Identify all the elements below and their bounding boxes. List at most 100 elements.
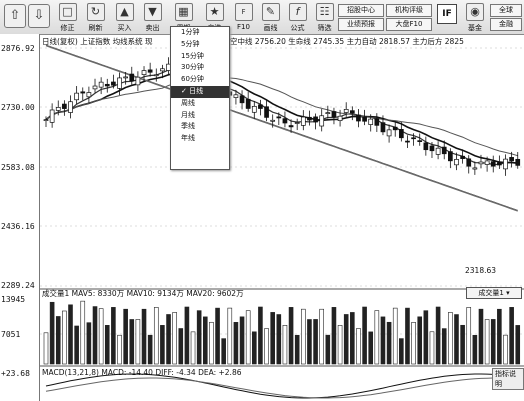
volume-bar — [123, 308, 128, 365]
formula-button[interactable]: f 公式 — [286, 2, 309, 32]
volume-bar — [111, 307, 116, 365]
volume-bar — [435, 306, 441, 365]
period-menu-item-60min[interactable]: 60分钟 — [171, 74, 229, 86]
volume-bar — [202, 316, 208, 365]
volume-bar — [392, 307, 398, 365]
candle-body — [282, 118, 288, 124]
period-icon: ▦ — [174, 3, 193, 21]
candle-body — [331, 111, 337, 118]
back-button[interactable]: ⇧ — [4, 4, 26, 28]
draw-line-button[interactable]: ✎ 画线 — [259, 2, 282, 32]
candle-body — [129, 73, 135, 82]
period-menu[interactable]: 1分钟 5分钟 15分钟 30分钟 60分钟 ✓ 日线 周线 月线 季线 年线 — [170, 26, 230, 170]
candle-body — [398, 129, 404, 139]
candle-body — [104, 83, 110, 87]
volume-bar — [313, 319, 318, 365]
period-menu-item-weekly[interactable]: 周线 — [171, 98, 229, 110]
favorite-icon: ★ — [205, 3, 224, 21]
ipo-center-button[interactable]: 招股中心 — [338, 4, 384, 17]
volume-bar — [282, 325, 288, 365]
stock-chart[interactable] — [40, 34, 524, 401]
chevron-down-icon: ▾ — [506, 289, 510, 297]
market-f10-button[interactable]: 大盘F10 — [386, 18, 432, 31]
sell-button[interactable]: ▼ 卖出 — [141, 2, 164, 32]
volume-bar — [55, 316, 61, 365]
period-menu-item-quarterly[interactable]: 季线 — [171, 121, 229, 133]
period-menu-item-5min[interactable]: 5分钟 — [171, 39, 229, 51]
volume-bar — [209, 321, 214, 365]
volume-bar — [68, 304, 73, 365]
diff-value: DIFF: -4.34 — [155, 368, 196, 377]
candle-body — [68, 101, 73, 113]
volume-bar — [350, 312, 355, 365]
period-menu-item-30min[interactable]: 30分钟 — [171, 62, 229, 74]
right-arrow-icon: ⇩ — [33, 8, 45, 23]
period-menu-item-yearly[interactable]: 年线 — [171, 133, 229, 145]
candle-body — [276, 116, 282, 119]
volume-title: 成交量1 — [42, 289, 70, 298]
refresh-button[interactable]: ↻ 刷新 — [84, 2, 107, 32]
period-menu-item-daily[interactable]: ✓ 日线 — [171, 85, 229, 98]
volume-bar — [405, 307, 410, 365]
buy-button[interactable]: ▲ 买入 — [113, 2, 136, 32]
candles — [43, 57, 521, 176]
candle-body — [307, 116, 312, 121]
period-menu-item-1min[interactable]: 1分钟 — [171, 27, 229, 39]
volume-bar — [423, 310, 429, 365]
volume-bar — [245, 310, 251, 365]
volume-bar — [497, 308, 502, 365]
candle-body — [349, 110, 355, 114]
volume-bar — [331, 307, 337, 365]
volume-bar — [141, 308, 147, 365]
candle-body — [503, 158, 508, 170]
macd-value: MACD: -14.40 — [101, 368, 153, 377]
volume-bar — [233, 322, 239, 365]
candle-body — [160, 68, 165, 72]
volume-bar — [356, 328, 361, 365]
candle-body — [270, 119, 276, 122]
candle-body — [319, 115, 325, 127]
volume-bar — [86, 322, 92, 365]
volume-header: 成交量1 MAV5: 8330万 MAV10: 9134万 MAV20: 960… — [42, 288, 244, 299]
volume-bar — [43, 332, 49, 365]
sell-icon: ▼ — [143, 3, 162, 21]
candle-body — [362, 116, 367, 122]
volume-bar — [153, 307, 159, 365]
volume-bar — [454, 314, 459, 365]
candle-body — [515, 158, 521, 166]
volume-bar — [104, 325, 110, 365]
candle-body — [264, 106, 269, 118]
candle-body — [147, 69, 153, 73]
candle-body — [478, 161, 484, 165]
forward-button[interactable]: ⇩ — [28, 4, 50, 28]
finance-button[interactable]: 金融 — [490, 18, 522, 31]
if-logo: IF — [437, 4, 457, 24]
volume-bar — [190, 331, 196, 365]
candle-body — [313, 116, 318, 123]
candle-body — [448, 151, 453, 162]
volume-bar — [80, 300, 86, 365]
macd-header: MACD(13,21,8) MACD: -14.40 DIFF: -4.34 D… — [42, 368, 242, 377]
mav5-value: MAV5: 8330万 — [71, 289, 125, 298]
candle-body — [441, 146, 447, 155]
global-button[interactable]: 全球 — [490, 4, 522, 17]
volume-tick-1: 13945 — [1, 295, 26, 304]
edit-button[interactable]: □ 修正 — [56, 2, 79, 32]
fund-button[interactable]: ◉ 基金 — [462, 2, 488, 32]
rating-button[interactable]: 机构评级 — [386, 4, 432, 17]
period-menu-item-15min[interactable]: 15分钟 — [171, 51, 229, 63]
volume-bar — [515, 325, 521, 365]
candle-body — [233, 94, 239, 98]
macd-tick-1: +23.68 — [1, 369, 30, 378]
candle-body — [135, 76, 141, 86]
candle-body — [435, 147, 441, 155]
earnings-forecast-button[interactable]: 业绩预报 — [338, 18, 384, 31]
period-menu-item-monthly[interactable]: 月线 — [171, 110, 229, 122]
volume-bar — [448, 312, 453, 365]
f10-button[interactable]: F F10 — [232, 2, 255, 32]
filter-button[interactable]: ☷ 筛选 — [313, 2, 336, 32]
volume-indicator-select[interactable]: 成交量1 ▾ — [466, 287, 522, 299]
edit-icon: □ — [58, 3, 77, 21]
candle-body — [392, 126, 398, 131]
indicator-help-button[interactable]: 指标说明 — [492, 368, 524, 390]
